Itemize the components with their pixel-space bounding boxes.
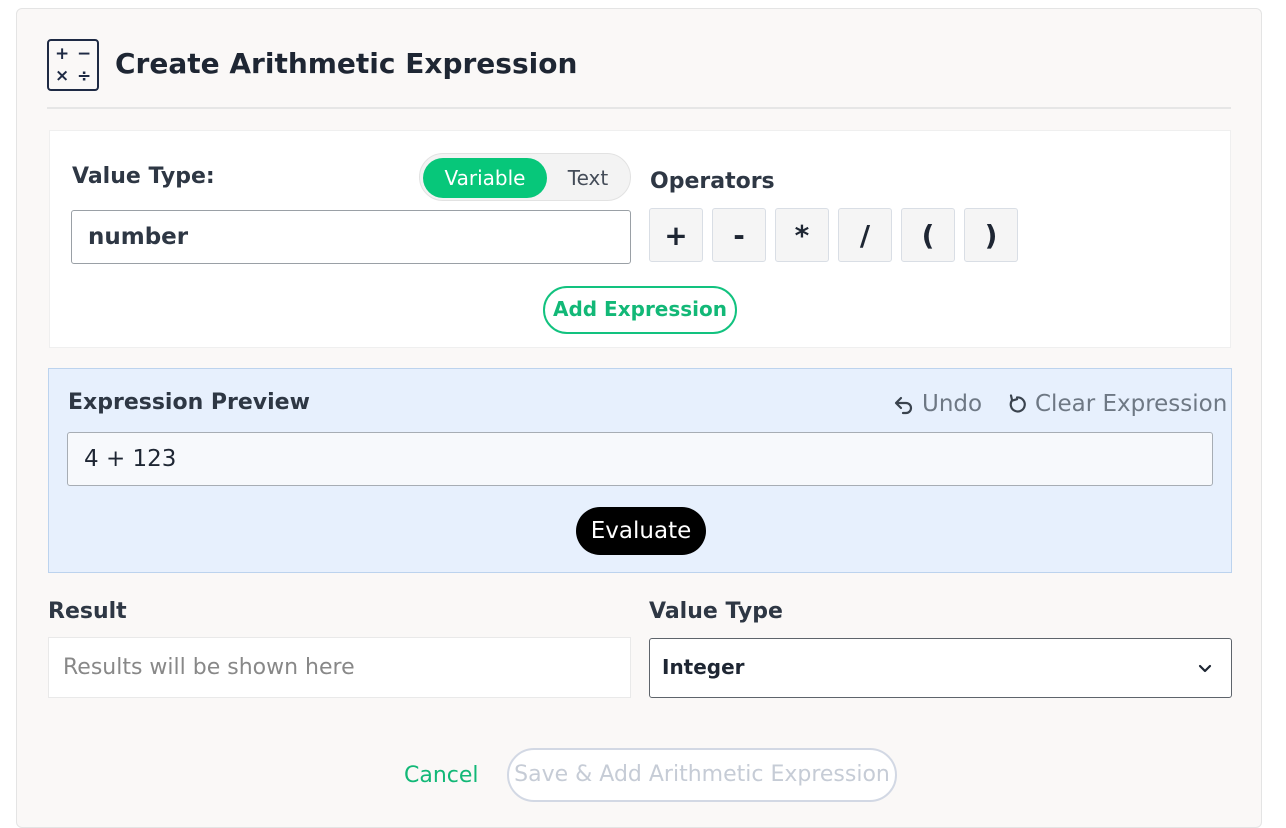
expression-preview-input[interactable] [67, 432, 1213, 486]
save-add-expression-button[interactable]: Save & Add Arithmetic Expression [507, 748, 897, 802]
divide-symbol: ÷ [77, 66, 92, 86]
clear-expression-button[interactable]: Clear Expression [1005, 389, 1227, 419]
reset-icon [1009, 394, 1026, 413]
operator-minus-button[interactable]: - [712, 208, 766, 262]
evaluate-button[interactable]: Evaluate [576, 507, 706, 555]
result-label: Result [48, 599, 127, 624]
result-value-type-label: Value Type [649, 599, 783, 624]
minus-symbol: − [77, 44, 92, 64]
toggle-text[interactable]: Text [548, 158, 628, 198]
page-title: Create Arithmetic Expression [115, 47, 578, 80]
value-input[interactable] [71, 210, 631, 264]
expression-preview-panel: Expression Preview Undo Clear Expression… [48, 368, 1232, 573]
value-type-selected: Integer [662, 655, 745, 679]
operator-open-paren-button[interactable]: ( [901, 208, 955, 262]
card-header: + − × ÷ Create Arithmetic Expression [47, 37, 1231, 109]
toggle-variable[interactable]: Variable [423, 158, 547, 198]
add-expression-button[interactable]: Add Expression [543, 286, 737, 334]
times-symbol: × [55, 66, 70, 86]
operator-divide-button[interactable]: / [838, 208, 892, 262]
value-type-label: Value Type: [72, 164, 215, 189]
cancel-button[interactable]: Cancel [404, 763, 479, 788]
expression-preview-label: Expression Preview [68, 390, 310, 415]
operator-multiply-button[interactable]: * [775, 208, 829, 262]
clear-expression-label: Clear Expression [1035, 391, 1228, 417]
plus-symbol: + [55, 44, 70, 64]
operator-plus-button[interactable]: + [649, 208, 703, 262]
undo-icon [894, 396, 913, 415]
operators-label: Operators [650, 169, 775, 194]
calculator-icon: + − × ÷ [47, 39, 99, 91]
value-type-select[interactable]: Integer [649, 638, 1232, 698]
value-type-toggle: Variable Text [419, 153, 631, 201]
undo-label: Undo [922, 391, 983, 417]
result-field: Results will be shown here [48, 637, 631, 698]
undo-button[interactable]: Undo [892, 389, 982, 419]
expression-card: + − × ÷ Create Arithmetic Expression Val… [16, 8, 1262, 828]
value-panel: Value Type: Variable Text Operators + - … [49, 130, 1231, 348]
chevron-down-icon [1198, 664, 1212, 673]
operator-close-paren-button[interactable]: ) [964, 208, 1018, 262]
